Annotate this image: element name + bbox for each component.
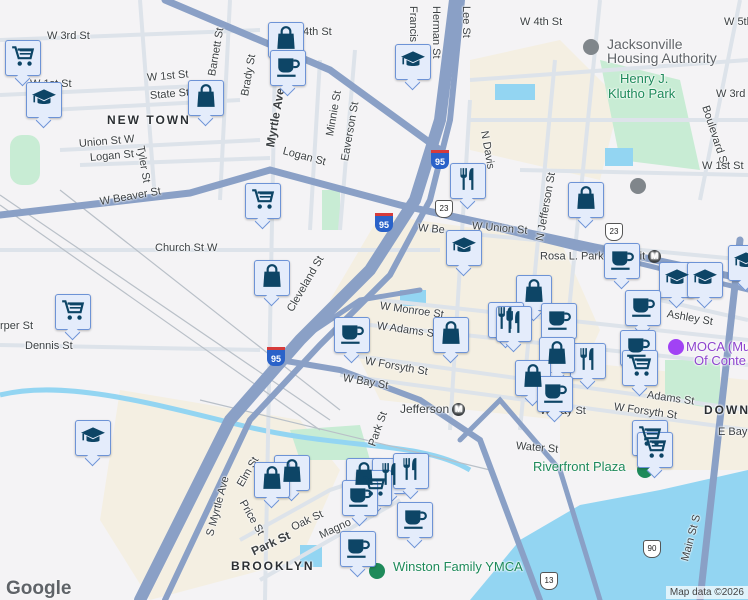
shopping-bag-marker[interactable] — [254, 260, 290, 296]
graduation-cap-icon — [451, 233, 477, 264]
coffee-marker[interactable] — [340, 531, 376, 567]
restaurant-icon — [575, 346, 601, 377]
restaurant-marker[interactable] — [496, 306, 532, 342]
shopping-bag-marker[interactable] — [254, 462, 290, 498]
graduation-cap-marker[interactable] — [687, 262, 723, 298]
coffee-marker[interactable] — [604, 243, 640, 279]
graduation-cap-marker[interactable] — [728, 245, 748, 281]
street-label: rper St — [0, 320, 34, 332]
coffee-marker[interactable] — [397, 502, 433, 538]
us-23-shield: 23 — [435, 200, 453, 218]
metro-icon: M — [452, 403, 466, 417]
street-label: Lee St — [460, 6, 472, 38]
street-label: W 3rd St — [47, 30, 90, 42]
school-pin-icon[interactable] — [630, 178, 646, 194]
neighborhood-label: BROOKLYN — [231, 559, 315, 573]
graduation-cap-marker[interactable] — [75, 420, 111, 456]
shopping-bag-marker[interactable] — [188, 80, 224, 116]
street-label: W 5th St — [724, 16, 748, 28]
street-label: 4th St — [303, 26, 332, 38]
station-name: Jefferson — [400, 402, 450, 416]
graduation-cap-icon — [31, 85, 57, 116]
street-label: Herman St — [430, 6, 442, 59]
street-label: W 4th St — [520, 16, 563, 28]
google-logo: Google — [6, 578, 72, 599]
restaurant-marker[interactable] — [570, 343, 606, 379]
coffee-icon — [275, 53, 301, 84]
graduation-cap-icon — [80, 423, 106, 454]
street-label: Church St W — [155, 242, 218, 254]
coffee-icon — [347, 483, 373, 514]
graduation-cap-icon — [400, 47, 426, 78]
neighborhood-label: NEW TOWN — [107, 113, 191, 127]
park-label[interactable]: Henry J. — [620, 71, 668, 86]
coffee-icon — [402, 505, 428, 536]
shopping-bag-icon — [193, 83, 219, 114]
poi-label-ymca[interactable]: Winston Family YMCA — [393, 559, 523, 574]
street-label: E Bay — [718, 426, 748, 438]
restaurant-marker[interactable] — [450, 163, 486, 199]
graduation-cap-marker[interactable] — [395, 44, 431, 80]
shopping-bag-marker[interactable] — [433, 317, 469, 353]
poi-label-moca[interactable]: Of Conte — [694, 353, 746, 368]
coffee-icon — [546, 306, 572, 337]
shopping-cart-marker[interactable] — [245, 183, 281, 219]
route-13-shield: 13 — [540, 572, 558, 590]
interstate-95-shield: 95 — [431, 150, 449, 169]
coffee-marker[interactable] — [537, 376, 573, 412]
shopping-cart-marker[interactable] — [5, 40, 41, 76]
restaurant-icon — [501, 309, 527, 340]
coffee-marker[interactable] — [541, 303, 577, 339]
us-23-shield: 23 — [605, 223, 623, 241]
metro-icon: M — [648, 250, 662, 263]
interstate-95-shield: 95 — [375, 213, 393, 232]
us-90-shield: 90 — [643, 540, 661, 558]
shopping-bag-icon — [259, 263, 285, 294]
government-building-icon[interactable] — [583, 39, 599, 55]
street-label: Dennis St — [25, 340, 73, 352]
shopping-cart-marker[interactable] — [55, 294, 91, 330]
coffee-icon — [339, 320, 365, 351]
coffee-icon — [542, 379, 568, 410]
poi-label-housing-authority[interactable]: Housing Authority — [607, 50, 717, 66]
coffee-marker[interactable] — [270, 50, 306, 86]
coffee-icon — [630, 293, 656, 324]
graduation-cap-marker[interactable] — [26, 82, 62, 118]
poi-label-riverfront-plaza[interactable]: Riverfront Plaza — [533, 459, 625, 474]
map-attribution[interactable]: Map data ©2026 — [665, 586, 748, 599]
street-label: W 1st St — [702, 160, 744, 172]
coffee-icon — [345, 534, 371, 565]
graduation-cap-marker[interactable] — [446, 230, 482, 266]
shopping-bag-icon — [438, 320, 464, 351]
shopping-bag-icon — [573, 185, 599, 216]
coffee-marker[interactable] — [342, 480, 378, 516]
metro-station-label[interactable]: Jefferson M — [400, 402, 466, 417]
street-label: Francis — [407, 6, 419, 43]
shopping-bag-marker[interactable] — [568, 182, 604, 218]
shopping-cart-marker[interactable] — [637, 432, 673, 468]
coffee-icon — [609, 246, 635, 277]
street-label: W Be — [417, 222, 446, 237]
graduation-cap-icon — [733, 248, 748, 279]
coffee-marker[interactable] — [625, 290, 661, 326]
museum-pin-icon[interactable] — [668, 339, 684, 355]
neighborhood-label: DOWN — [704, 403, 748, 417]
shopping-cart-icon — [250, 186, 276, 217]
shopping-cart-marker[interactable] — [622, 350, 658, 386]
shopping-cart-icon — [10, 43, 36, 74]
poi-label-moca[interactable]: MOCA (Museum — [686, 339, 748, 354]
shopping-cart-icon — [627, 353, 653, 384]
interstate-95-shield: 95 — [267, 347, 285, 366]
shopping-bag-icon — [259, 465, 285, 496]
shopping-cart-icon — [60, 297, 86, 328]
street-label: W 3rd St — [716, 88, 748, 100]
coffee-marker[interactable] — [334, 317, 370, 353]
park-label[interactable]: Klutho Park — [608, 86, 675, 101]
restaurant-icon — [455, 166, 481, 197]
transit-label[interactable]: Rosa L. Parks Transit M — [540, 250, 662, 263]
graduation-cap-icon — [692, 265, 718, 296]
shopping-cart-icon — [642, 435, 668, 466]
